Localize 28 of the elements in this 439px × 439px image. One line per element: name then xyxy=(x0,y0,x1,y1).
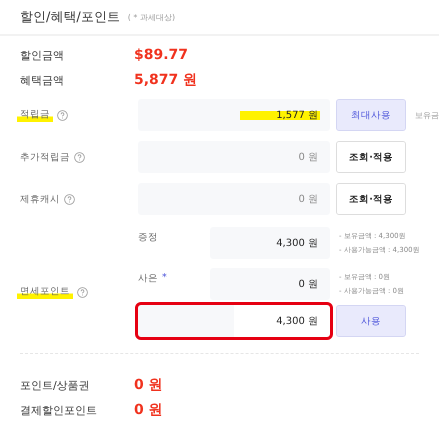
help-icon[interactable] xyxy=(77,286,88,298)
amount-field[interactable]: 0 원 xyxy=(210,268,330,300)
amount-field[interactable]: 4,300 원 xyxy=(210,227,330,259)
sub-label: 증정 xyxy=(138,231,158,244)
help-icon[interactable] xyxy=(74,152,85,162)
use-button[interactable]: 사용 xyxy=(336,305,406,337)
tax-note: ( * 과세대상) xyxy=(128,12,176,22)
sub-label: 사은 xyxy=(138,272,158,285)
summary-label: 결제할인포인트 xyxy=(20,402,98,418)
summary-value: $89.77 xyxy=(134,47,188,63)
apply-button[interactable]: 조회·적용 xyxy=(336,141,406,173)
help-icon[interactable] xyxy=(64,194,75,204)
help-icon[interactable] xyxy=(57,110,68,120)
summary-label: 할인금액 xyxy=(20,48,65,62)
amount-field[interactable]: 1,577 원 xyxy=(138,99,330,131)
summary-label: 혜택금액 xyxy=(20,72,65,88)
apply-button[interactable]: 조회·적용 xyxy=(336,183,406,215)
apply-button[interactable]: 최대사용 xyxy=(336,99,406,131)
required-mark: * xyxy=(162,272,167,285)
summary-value: 0 원 xyxy=(134,376,163,394)
amount-field[interactable]: 4,300 원 xyxy=(138,305,330,337)
field-label: 제휴캐시 xyxy=(20,192,60,206)
section-title: 할인/혜택/포인트 xyxy=(20,9,120,26)
summary-value: 5,877 원 xyxy=(134,71,198,89)
summary-label: 포인트/상품권 xyxy=(20,378,91,392)
summary-value: 0 원 xyxy=(134,401,163,419)
field-label: 추가적립금 xyxy=(20,150,70,164)
balance-text: 보유금 xyxy=(415,110,439,120)
